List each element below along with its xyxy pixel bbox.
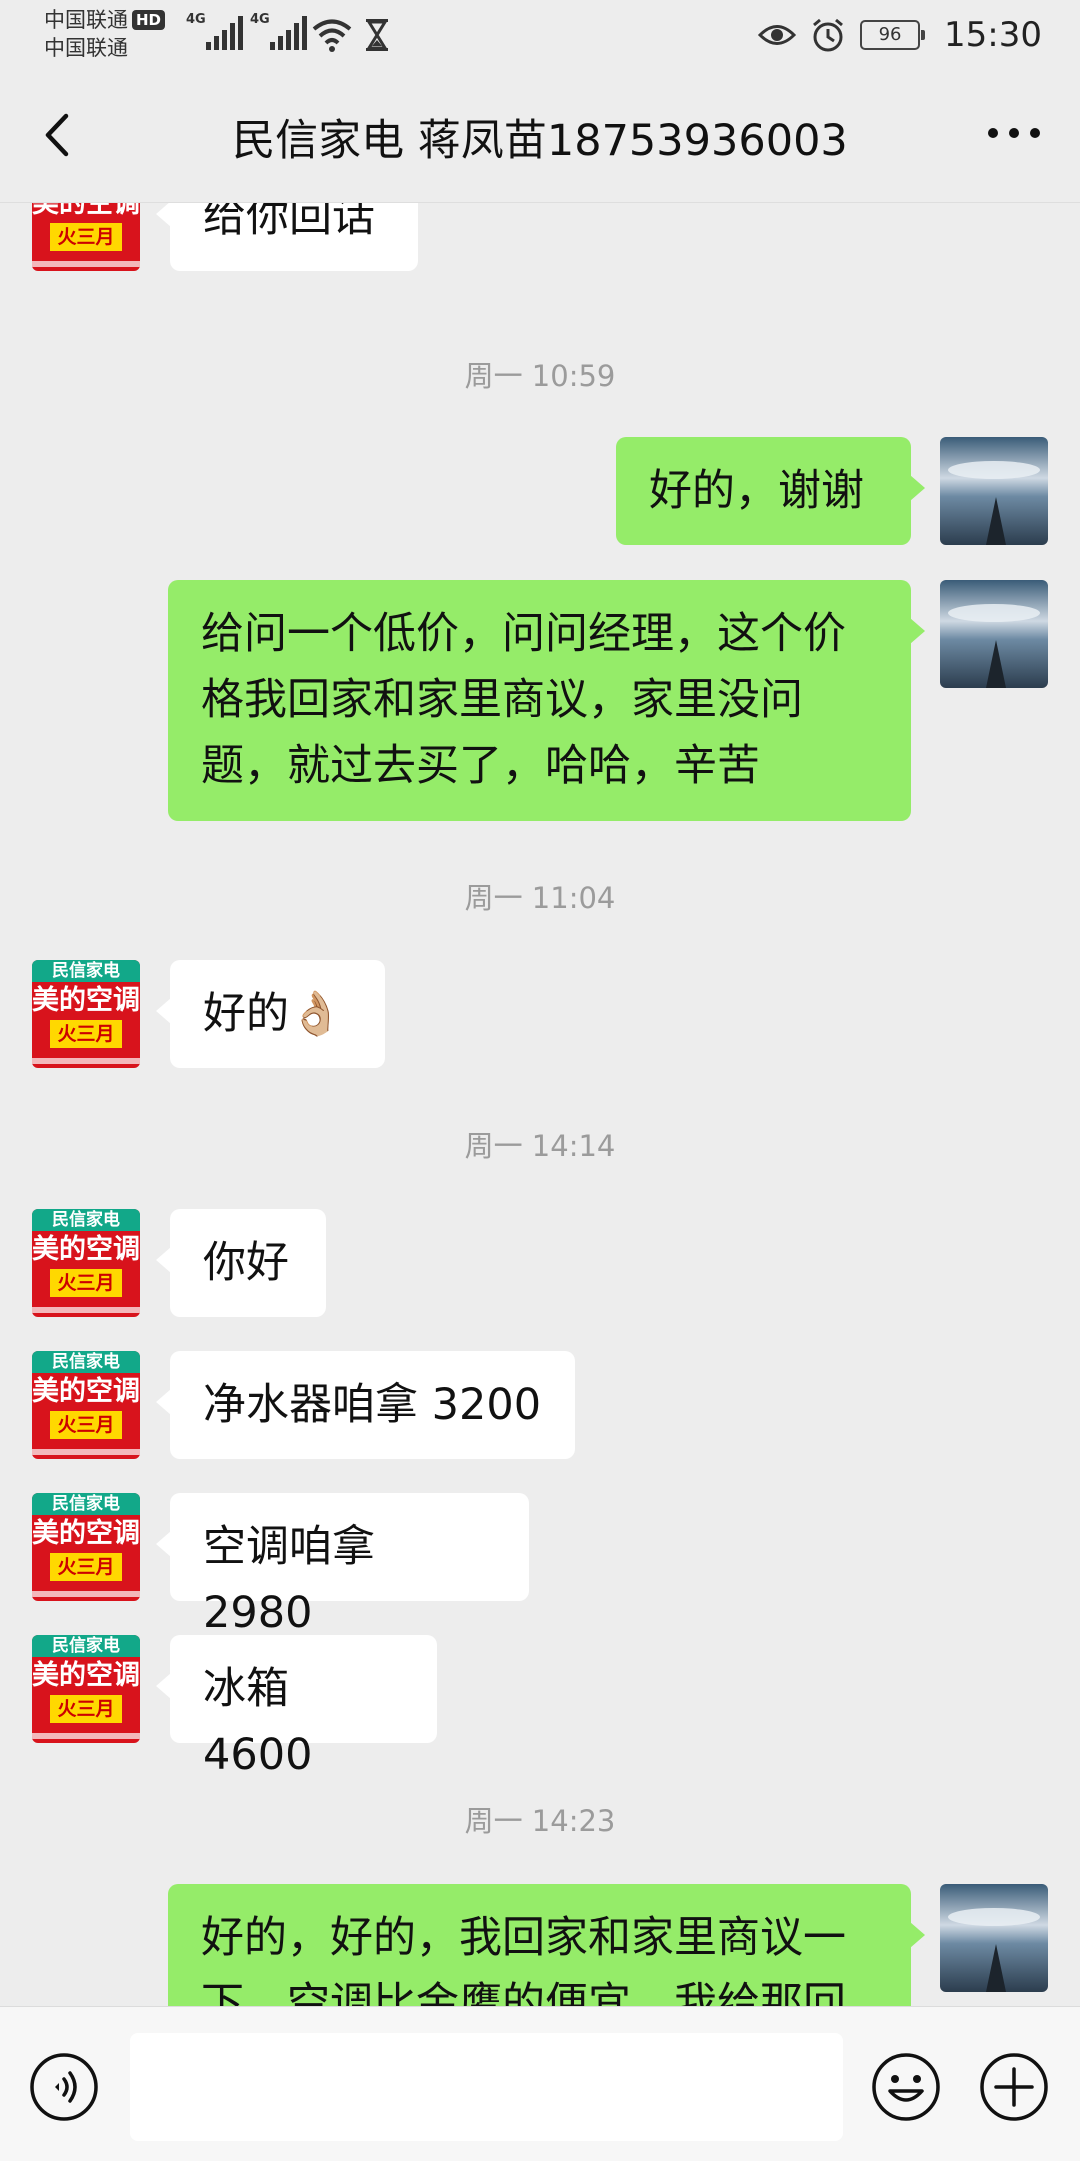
status-right: 96 15:30: [758, 10, 1042, 60]
chat-header: 民信家电 蒋凤苗18753936003: [0, 70, 1080, 203]
user-avatar[interactable]: [940, 437, 1048, 545]
incoming-message[interactable]: 空调咱拿 2980: [156, 1493, 529, 1638]
incoming-message[interactable]: 给你回话: [156, 203, 418, 271]
timestamp: 周一 14:23: [464, 1804, 616, 1838]
shop-avatar[interactable]: 民信家电美的空调火三月: [32, 1493, 140, 1601]
shop-avatar[interactable]: 民信家电美的空调火三月: [32, 1209, 140, 1317]
outgoing-message[interactable]: 好的，好的，我回家和家里商议一下，空调比金鹰的便宜，我给那回: [168, 1884, 925, 2006]
chat-title: 民信家电 蒋凤苗18753936003: [232, 116, 848, 166]
network-type-1: 4G: [186, 12, 206, 27]
user-avatar[interactable]: [940, 1884, 1048, 1992]
message-input[interactable]: [130, 2033, 843, 2141]
timestamp: 周一 11:04: [464, 881, 616, 915]
carrier-1: 中国联通: [44, 8, 128, 32]
alarm-icon: [813, 18, 843, 52]
incoming-message[interactable]: 冰箱 4600: [156, 1635, 437, 1780]
carrier-info: 中国联通 HD 中国联通: [44, 6, 166, 62]
carrier-2: 中国联通: [44, 36, 128, 60]
incoming-message[interactable]: 好的👌🏼: [156, 960, 385, 1068]
status-bar: 中国联通 HD 中国联通 4G 4G 96 15:30: [0, 0, 1080, 70]
more-options-icon[interactable]: [984, 118, 1044, 148]
voice-input-icon[interactable]: [28, 2051, 100, 2123]
user-avatar[interactable]: [940, 580, 1048, 688]
clock: 15:30: [944, 15, 1042, 55]
eye-icon: [758, 25, 797, 45]
shop-avatar[interactable]: 民信家电美的空调火三月: [32, 1635, 140, 1743]
hourglass-icon: [366, 19, 388, 51]
input-bar: [0, 2006, 1080, 2161]
incoming-message[interactable]: 你好: [156, 1209, 326, 1317]
outgoing-message[interactable]: 好的，谢谢: [616, 437, 925, 545]
add-icon[interactable]: [978, 2051, 1050, 2123]
hd-badge: HD: [132, 10, 166, 30]
emoji-icon[interactable]: [870, 2051, 942, 2123]
incoming-message[interactable]: 净水器咱拿 3200: [156, 1351, 575, 1459]
shop-avatar[interactable]: 民信家电美的空调火三月: [32, 203, 140, 271]
shop-avatar[interactable]: 民信家电美的空调火三月: [32, 960, 140, 1068]
timestamp: 周一 14:14: [464, 1129, 616, 1163]
battery-indicator: 96: [860, 20, 926, 50]
network-type-2: 4G: [250, 12, 270, 27]
shop-avatar[interactable]: 民信家电美的空调火三月: [32, 1351, 140, 1459]
message-list[interactable]: 民信家电美的空调火三月 给你回话 周一 10:59 好的，谢谢 给问一个低价，问…: [0, 203, 1080, 2006]
wifi-icon: [312, 19, 352, 52]
timestamp: 周一 10:59: [464, 359, 616, 393]
outgoing-message[interactable]: 给问一个低价，问问经理，这个价格我回家和家里商议，家里没问题，就过去买了，哈哈，…: [168, 580, 925, 821]
